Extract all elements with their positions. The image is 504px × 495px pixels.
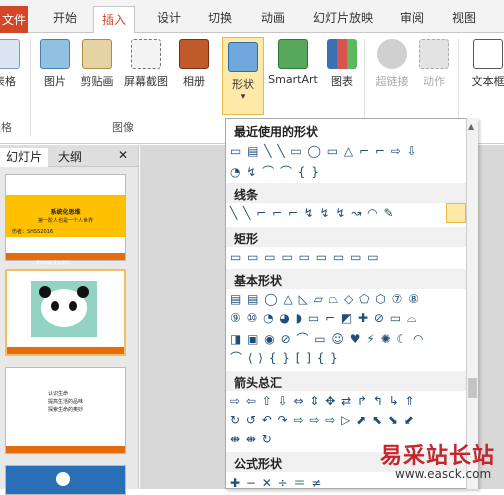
chart-button[interactable]: 图表 (326, 39, 358, 89)
recent-shapes-row-1[interactable]: ▭ ▤ ╲ ╲ ▭ ◯ ▭ △ ⌐ ⌐ ⇨ ⇩ (230, 144, 418, 158)
tab-review[interactable]: 审阅 (400, 9, 424, 26)
basic-row-3[interactable]: ◨ ▣ ◉ ⊘ ⌒ ▭ ☺ ♥ ⚡ ✺ ☾ ◠ (230, 330, 424, 347)
shapes-icon (228, 42, 258, 72)
tab-file[interactable]: 文件 (0, 6, 28, 33)
basic-row-1[interactable]: ▤ ▤ ◯ △ ◺ ▱ ⏢ ◇ ⬠ ⬡ ⑦ ⑧ (230, 292, 420, 307)
picture-icon (40, 39, 70, 69)
gallery-scrollbar[interactable]: ▲ (466, 118, 478, 489)
tab-design[interactable]: 设计 (157, 9, 181, 26)
slide3-line3: 探索生命的奥妙 (48, 407, 84, 413)
hyperlink-button[interactable]: 超链接 (372, 39, 412, 89)
slide3-line1: 认识生命 (48, 391, 69, 397)
tab-slides[interactable]: 幻灯片 (0, 148, 49, 167)
basic-row-4[interactable]: ⌒ ⟨ ⟩ { } [ ] { } (230, 349, 339, 366)
recent-shapes-row-2[interactable]: ◔ ↯ ⌒ ⌒ { } (230, 163, 320, 180)
slide3-line2: 提高生活的品味 (48, 399, 84, 405)
chevron-down-icon: ▾ (240, 92, 246, 102)
freeform-scribble-selected[interactable] (446, 203, 466, 223)
smartart-icon (278, 39, 308, 69)
group-label-table: 表格 (0, 121, 12, 134)
album-button[interactable]: 相册 (176, 39, 212, 89)
arrows-row-1[interactable]: ⇨ ⇦ ⇧ ⇩ ⇔ ⇕ ✥ ⇄ ↱ ↰ ↳ ⇑ (230, 394, 416, 408)
slide-thumbnail-1[interactable]: 系统化思维 第一阶人也是一个人世界 伤者：SHSS2016 意识传进 正在运行 (5, 174, 126, 265)
tab-slideshow[interactable]: 幻灯片放映 (313, 9, 373, 26)
scroll-thumb[interactable] (468, 378, 477, 398)
group-label-images: 图像 (112, 121, 134, 134)
tab-view[interactable]: 视图 (452, 9, 476, 26)
watermark-url: www.easck.com (395, 467, 492, 481)
screenshot-icon (131, 39, 161, 69)
smartart-button[interactable]: SmartArt (266, 39, 320, 86)
section-basic: 基本形状 (226, 269, 477, 289)
slide-thumbnail-2[interactable] (5, 269, 126, 356)
formula-row-1[interactable]: ✚ − ✕ ÷ ＝ ≠ (230, 474, 322, 491)
screenshot-button[interactable]: 屏幕截图 (120, 39, 172, 89)
table-button[interactable]: 表格 (0, 39, 20, 89)
section-rect: 矩形 (226, 227, 477, 247)
tab-insert[interactable]: 插入 (93, 6, 136, 34)
watermark-logo: 易采站长站 (380, 444, 496, 469)
table-icon (0, 39, 20, 69)
picture-button[interactable]: 图片 (38, 39, 72, 89)
album-icon (179, 39, 209, 69)
scroll-up-icon[interactable]: ▲ (468, 122, 474, 131)
hyperlink-icon (377, 39, 407, 69)
clipart-icon (82, 39, 112, 69)
slide1-author: 伤者：SHSS2016 (12, 229, 54, 235)
tab-home[interactable]: 开始 (53, 9, 77, 26)
arrows-row-2[interactable]: ↻ ↺ ↶ ↷ ⇨ ⇨ ⇨ ▷ ⬈ ⬉ ⬊ ⬋ (230, 413, 415, 427)
textbox-icon (473, 39, 503, 69)
slides-panel: 幻灯片 大纲 ✕ 系统化思维 第一阶人也是一个人世界 伤者：SHSS2016 意… (0, 145, 139, 495)
close-icon[interactable]: ✕ (118, 148, 128, 162)
chart-icon (327, 39, 357, 69)
slide1-subtitle: 第一阶人也是一个人世界 (37, 218, 93, 224)
tab-outline[interactable]: 大纲 (58, 148, 82, 165)
action-icon (419, 39, 449, 69)
clipart-button[interactable]: 剪贴画 (78, 39, 116, 89)
basic-row-2[interactable]: ⑨ ⑩ ◔ ◕ ◗ ▭ ⌐ ◩ ✚ ⊘ ▭ ⌓ (230, 311, 417, 326)
ribbon-tabbar: 文件 开始 插入 设计 切换 动画 幻灯片放映 审阅 视图 (0, 0, 504, 34)
panda-image (31, 281, 97, 337)
slide-thumbnail-3[interactable]: 认识生命 提高生活的品味 探索生命的奥妙 (5, 367, 126, 454)
rect-row-1[interactable]: ▭ ▭ ▭ ▭ ▭ ▭ ▭ ▭ ▭ (230, 250, 380, 264)
shapes-gallery: 最近使用的形状 ▭ ▤ ╲ ╲ ▭ ◯ ▭ △ ⌐ ⌐ ⇨ ⇩ ◔ ↯ ⌒ ⌒ … (225, 118, 478, 491)
lines-row-1[interactable]: ╲ ╲ ⌐ ⌐ ⌐ ↯ ↯ ↯ ↝ ◠ ✎ (230, 206, 395, 220)
slide-thumbnail-4[interactable] (5, 465, 126, 495)
action-button[interactable]: 动作 (418, 39, 450, 89)
section-recent: 最近使用的形状 (226, 120, 477, 140)
arrows-row-3[interactable]: ⇼ ⇼ ↻ (230, 432, 273, 446)
tab-transitions[interactable]: 切换 (208, 9, 232, 26)
section-arrows: 箭头总汇 (226, 371, 477, 391)
tab-animations[interactable]: 动画 (261, 9, 285, 26)
shapes-button[interactable]: 形状 ▾ (222, 37, 264, 115)
section-lines: 线条 (226, 183, 477, 203)
slide1-title: 系统化思维 (50, 209, 81, 216)
textbox-button[interactable]: 文本框 (466, 39, 504, 89)
